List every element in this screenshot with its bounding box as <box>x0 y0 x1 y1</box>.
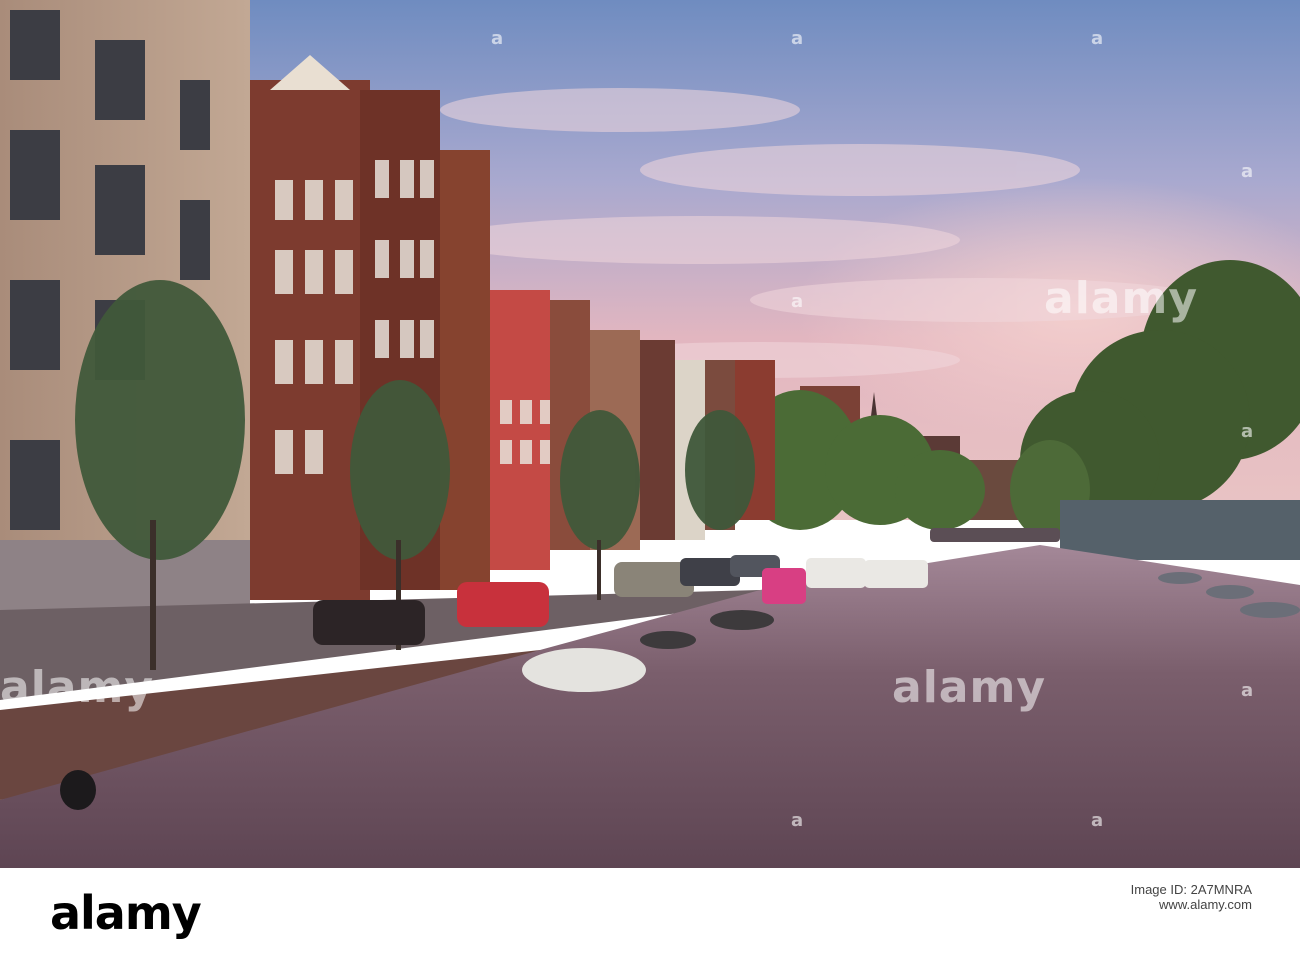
distant-bridge <box>930 528 1060 542</box>
image-id-label: Image ID: 2A7MNRA <box>1130 882 1252 897</box>
alamy-logo: alamy <box>50 886 202 940</box>
canal-scene <box>0 0 1300 868</box>
footer-meta: Image ID: 2A7MNRA www.alamy.com <box>1131 882 1252 912</box>
footer-bar: alamy Image ID: 2A7MNRA www.alamy.com <box>0 868 1300 957</box>
tyre-fender <box>60 770 96 810</box>
footer-url: www.alamy.com <box>1159 897 1252 912</box>
photo: a a a a a a a a a alamy alamy alamy <box>0 0 1300 868</box>
